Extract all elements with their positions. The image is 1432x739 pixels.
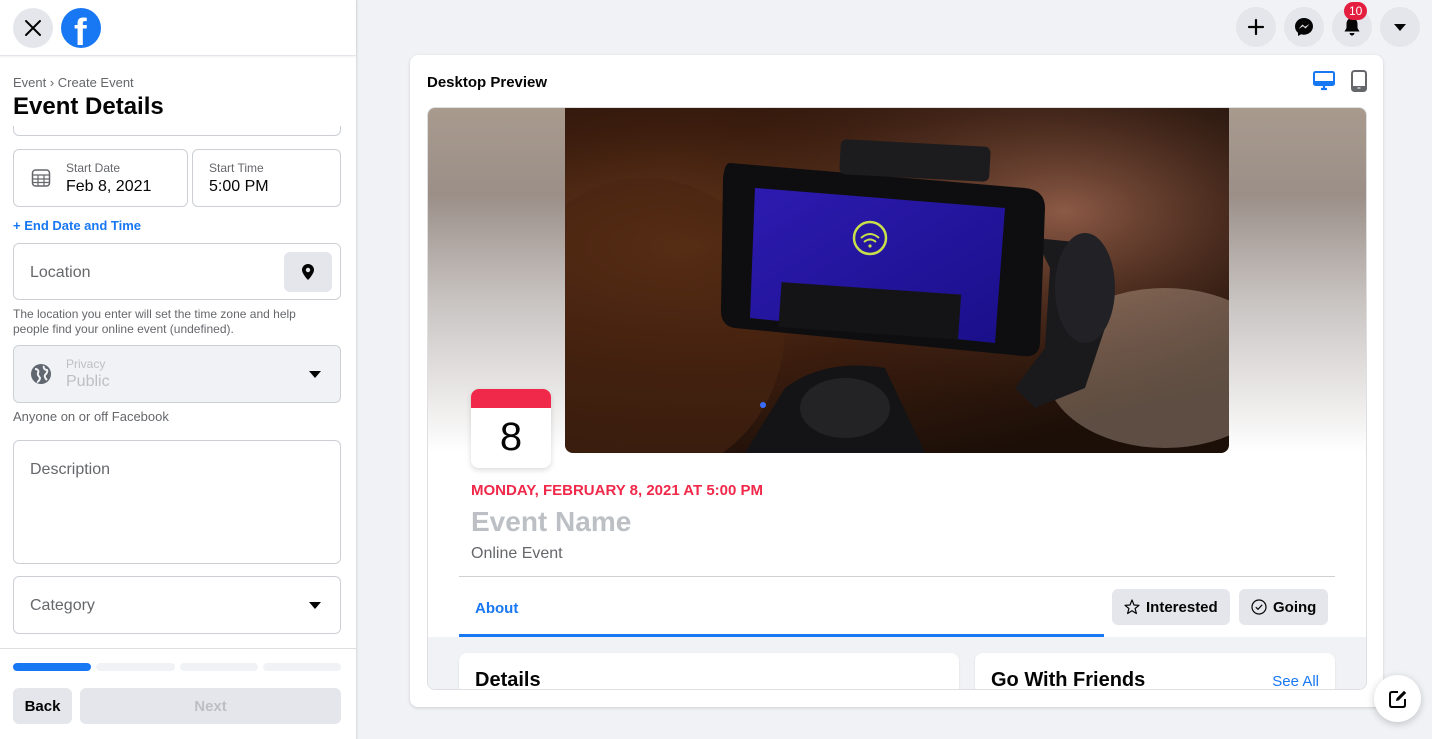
device-toggle bbox=[1313, 70, 1367, 92]
interested-button[interactable]: Interested bbox=[1112, 589, 1230, 625]
progress-step-4 bbox=[262, 663, 341, 671]
progress-step-3 bbox=[179, 663, 258, 671]
location-field[interactable]: Location bbox=[13, 243, 341, 300]
sidebar-header: f bbox=[0, 0, 356, 56]
messenger-button[interactable] bbox=[1284, 7, 1324, 47]
event-name: Event Name bbox=[471, 506, 632, 537]
privacy-label: Privacy bbox=[66, 357, 106, 371]
globe-icon bbox=[31, 364, 51, 384]
go-with-friends-heading: Go With Friends bbox=[991, 669, 1146, 690]
messenger-icon bbox=[1295, 18, 1313, 36]
notifications-button[interactable]: 10 bbox=[1332, 2, 1372, 47]
facebook-logo[interactable]: f bbox=[61, 7, 101, 48]
page-title: Event Details bbox=[13, 93, 164, 120]
add-end-date-link[interactable]: + End Date and Time bbox=[13, 218, 141, 233]
chevron-down-icon bbox=[309, 602, 321, 609]
step-progress-bar bbox=[13, 663, 341, 671]
details-card: Details bbox=[459, 653, 959, 690]
breadcrumb: Event › Create Event bbox=[13, 75, 134, 90]
privacy-help-text: Anyone on or off Facebook bbox=[13, 409, 169, 424]
gimbal-phone-photo bbox=[565, 108, 1229, 453]
mobile-icon[interactable] bbox=[1351, 70, 1367, 92]
start-date-field[interactable]: Start Date Feb 8, 2021 bbox=[13, 149, 188, 207]
bell-icon bbox=[1344, 18, 1360, 36]
description-field[interactable]: Description bbox=[13, 440, 341, 564]
going-button[interactable]: Going bbox=[1239, 589, 1329, 625]
start-date-value: Feb 8, 2021 bbox=[66, 178, 152, 195]
tab-about[interactable]: About bbox=[459, 577, 1104, 637]
facebook-f-icon: f bbox=[74, 11, 87, 48]
form-scroll-area[interactable]: Start Date Feb 8, 2021 Start Time 5:00 P… bbox=[0, 126, 356, 648]
chevron-down-icon bbox=[309, 371, 321, 378]
event-type: Online Event bbox=[471, 545, 563, 562]
event-date-calendar-badge: 8 bbox=[471, 389, 551, 468]
sidebar-footer: Back Next bbox=[0, 648, 356, 739]
next-button[interactable]: Next bbox=[80, 688, 341, 724]
create-event-sidebar: f Event › Create Event Event Details Sta… bbox=[0, 0, 357, 739]
new-message-button[interactable] bbox=[1374, 675, 1421, 722]
event-preview: 8 MONDAY, FEBRUARY 8, 2021 AT 5:00 PM Ev… bbox=[427, 107, 1367, 690]
start-time-value: 5:00 PM bbox=[209, 178, 269, 195]
cover-photo bbox=[565, 108, 1229, 453]
location-help-text: The location you enter will set the time… bbox=[13, 307, 296, 336]
calendar-day: 8 bbox=[499, 415, 523, 459]
event-datetime: MONDAY, FEBRUARY 8, 2021 AT 5:00 PM bbox=[471, 482, 764, 499]
start-time-field[interactable]: Start Time 5:00 PM bbox=[192, 149, 341, 207]
description-placeholder: Description bbox=[30, 461, 111, 478]
details-heading: Details bbox=[475, 669, 541, 690]
desktop-preview-panel: Desktop Preview 8 MONDAY, FEBRUARY 8, 20… bbox=[410, 55, 1383, 707]
tab-about-label: About bbox=[475, 600, 519, 617]
privacy-value: Public bbox=[66, 373, 110, 390]
plus-icon bbox=[1247, 18, 1265, 36]
interested-label: Interested bbox=[1146, 598, 1218, 616]
back-button[interactable]: Back bbox=[13, 688, 72, 724]
event-name-field[interactable] bbox=[13, 126, 341, 136]
location-pin-icon bbox=[302, 264, 314, 280]
location-pin-button[interactable] bbox=[284, 252, 332, 292]
preview-title: Desktop Preview bbox=[427, 74, 548, 91]
start-date-label: Start Date bbox=[66, 161, 121, 175]
star-icon bbox=[1124, 599, 1140, 615]
close-button[interactable] bbox=[13, 7, 53, 48]
going-label: Going bbox=[1273, 598, 1317, 616]
see-all-link[interactable]: See All bbox=[1272, 673, 1319, 689]
create-button[interactable] bbox=[1236, 7, 1276, 47]
check-circle-icon bbox=[1251, 599, 1267, 615]
start-time-label: Start Time bbox=[209, 161, 264, 175]
category-select[interactable]: Category bbox=[13, 576, 341, 634]
calendar-icon bbox=[31, 169, 51, 187]
progress-step-1 bbox=[13, 663, 92, 671]
progress-step-2 bbox=[96, 663, 175, 671]
go-with-friends-card: Go With Friends See All bbox=[975, 653, 1335, 690]
desktop-icon[interactable] bbox=[1313, 71, 1335, 91]
privacy-select[interactable]: Privacy Public bbox=[13, 345, 341, 403]
location-placeholder: Location bbox=[30, 264, 91, 281]
top-nav: 10 bbox=[1236, 2, 1420, 47]
caret-down-icon bbox=[1394, 23, 1406, 31]
notification-count-badge: 10 bbox=[1344, 2, 1368, 20]
compose-icon bbox=[1388, 690, 1406, 708]
category-placeholder: Category bbox=[30, 597, 95, 614]
account-menu-button[interactable] bbox=[1380, 7, 1420, 47]
close-icon bbox=[25, 19, 41, 36]
